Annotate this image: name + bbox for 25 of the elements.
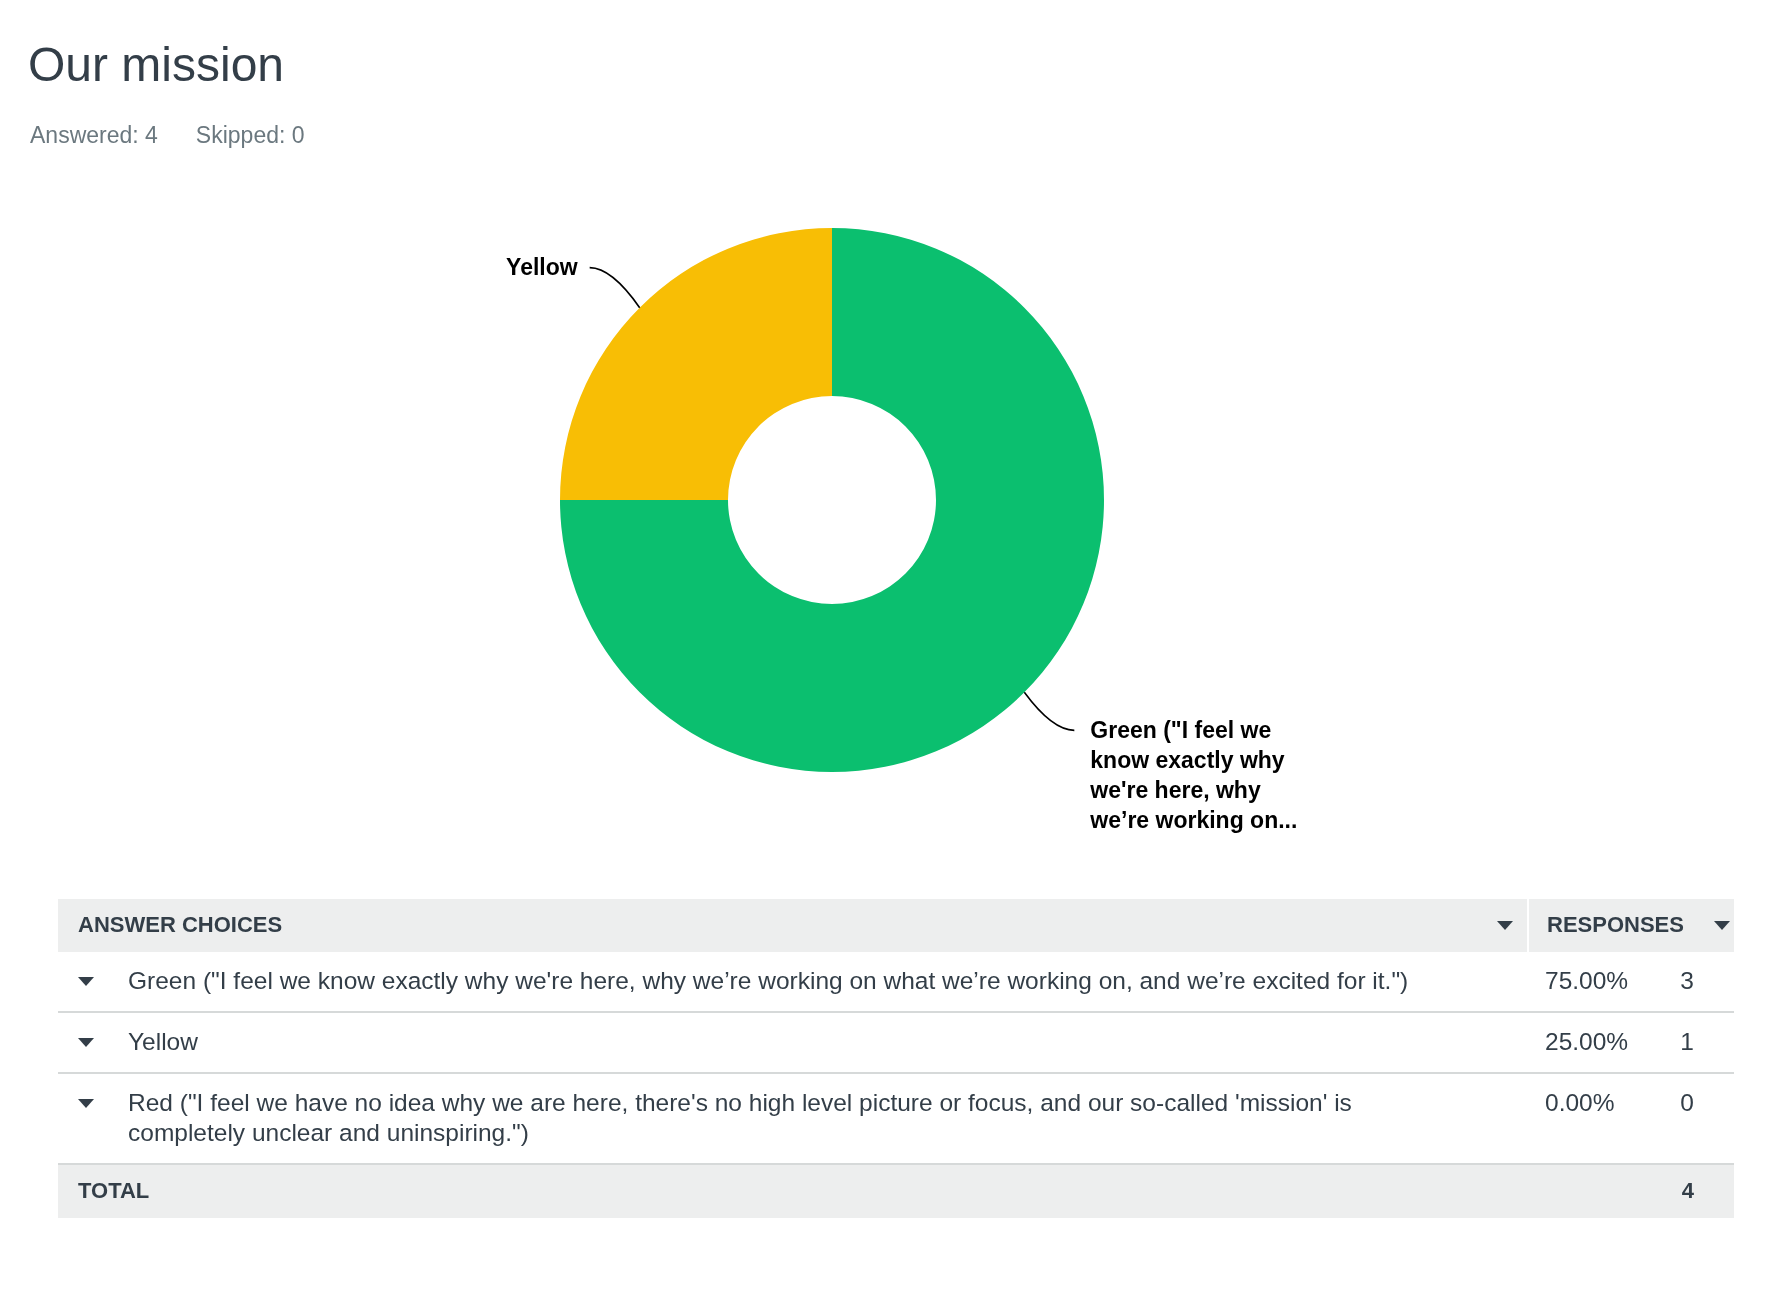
expand-caret-icon[interactable] bbox=[78, 1037, 94, 1047]
leader-line bbox=[588, 266, 641, 309]
column-header[interactable]: RESPONSES bbox=[1527, 898, 1734, 952]
answer-choice: Yellow bbox=[128, 1026, 198, 1057]
total-label: TOTAL bbox=[78, 1178, 150, 1205]
skipped-count: Skipped: 0 bbox=[195, 121, 305, 149]
answer-choice: Red ("I feel we have no idea why we are here, there's no high level picture or focus, and our so-called 'mission' is completely unclear and uninspiring.") bbox=[128, 1087, 1353, 1148]
total-count: 4 bbox=[1681, 1178, 1694, 1205]
answered-count: Answered: 4 bbox=[30, 121, 158, 149]
response-percent: 25.00% bbox=[1545, 1026, 1629, 1057]
question-title: Our mission bbox=[28, 37, 286, 93]
expand-caret-icon[interactable] bbox=[78, 1098, 94, 1108]
response-count: 0 bbox=[1680, 1087, 1694, 1118]
leader-line bbox=[1023, 691, 1076, 731]
response-percent: 75.00% bbox=[1545, 965, 1629, 996]
answer-choice: Green ("I feel we know exactly why we're here, why we’re working on what we’re working on, and we’re excited for it.") bbox=[128, 965, 1409, 996]
slice-label: Yellow bbox=[506, 253, 578, 283]
slice-label: Green ("I feel we know exactly why we're here, why we’re working on... bbox=[1090, 715, 1299, 835]
response-percent: 0.00% bbox=[1545, 1087, 1615, 1118]
response-count: 1 bbox=[1680, 1026, 1694, 1057]
column-header[interactable]: ANSWER CHOICES bbox=[58, 898, 1527, 952]
sort-caret-icon[interactable] bbox=[1497, 920, 1513, 930]
sort-caret-icon[interactable] bbox=[1714, 920, 1730, 930]
expand-caret-icon[interactable] bbox=[78, 976, 94, 986]
response-count: 3 bbox=[1680, 965, 1694, 996]
